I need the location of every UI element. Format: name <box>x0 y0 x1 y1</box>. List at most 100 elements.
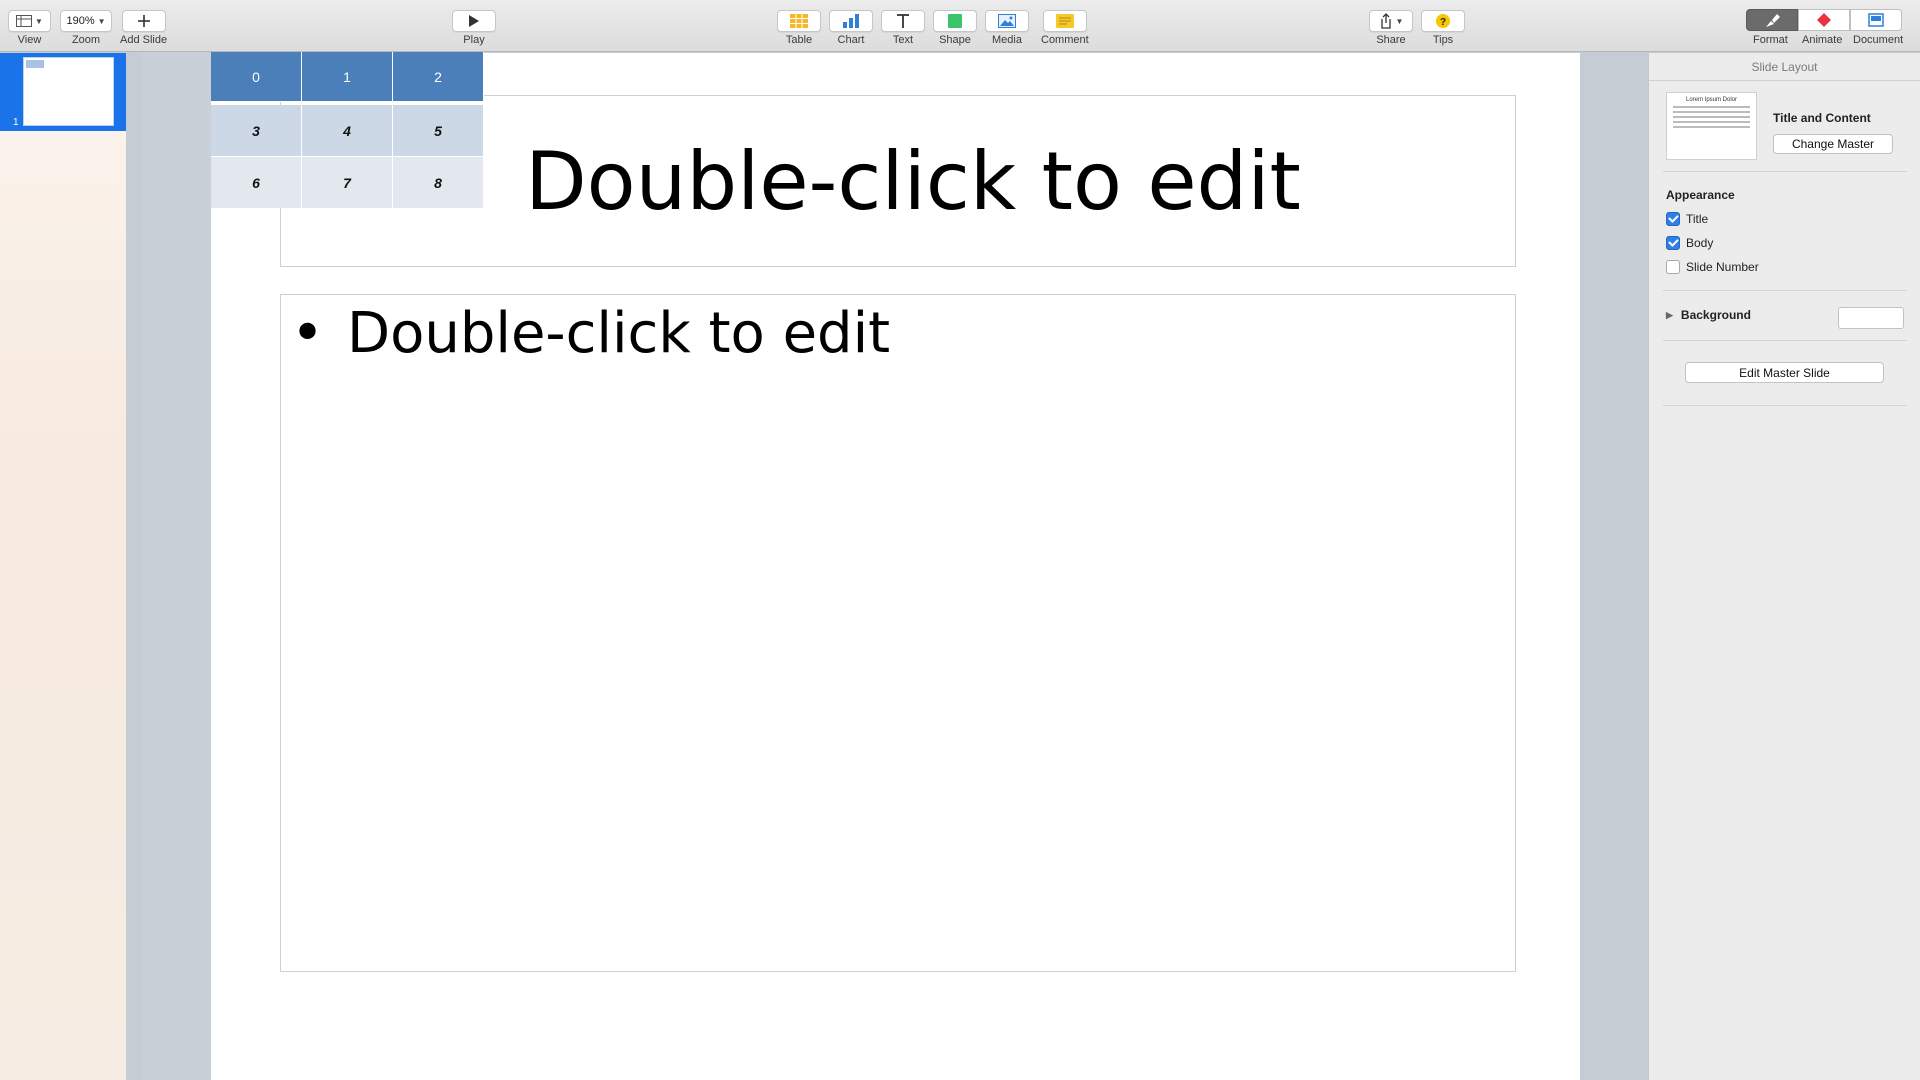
master-thumb-line <box>1673 121 1750 123</box>
slide-number-checkbox-label: Slide Number <box>1686 260 1759 274</box>
zoom-control[interactable]: 190% ▼ Zoom <box>60 10 112 46</box>
disclosure-triangle-icon[interactable]: ▶ <box>1666 310 1673 321</box>
media-control[interactable]: Media <box>985 10 1029 46</box>
body-checkbox-row[interactable]: Body <box>1666 236 1713 250</box>
share-control[interactable]: ▼ Share <box>1369 10 1413 46</box>
bullet-item[interactable]: • Double-click to edit <box>291 301 890 366</box>
title-text[interactable]: Double-click to edit <box>525 135 1301 228</box>
slide-thumbnail-image[interactable] <box>23 57 114 126</box>
background-disclosure[interactable]: ▶ Background <box>1666 308 1751 322</box>
table-cell[interactable]: 0 <box>211 52 302 102</box>
master-thumbnail[interactable]: Lorem Ipsum Dolor <box>1666 92 1757 160</box>
chevron-down-icon: ▼ <box>97 16 106 26</box>
shape-button[interactable] <box>933 10 977 32</box>
text-control[interactable]: Text <box>881 10 925 46</box>
body-checkbox[interactable] <box>1666 236 1680 250</box>
text-button[interactable] <box>881 10 925 32</box>
table-cell[interactable]: 7 <box>302 157 393 208</box>
master-thumb-title: Lorem Ipsum Dolor <box>1685 97 1738 103</box>
slide-number-checkbox-row[interactable]: Slide Number <box>1666 260 1759 274</box>
share-button[interactable]: ▼ <box>1369 10 1413 32</box>
chart-button[interactable] <box>829 10 873 32</box>
tab-format[interactable] <box>1746 9 1798 31</box>
edit-master-slide-button[interactable]: Edit Master Slide <box>1685 362 1884 383</box>
table-icon <box>790 14 808 28</box>
background-color-well[interactable] <box>1838 307 1904 329</box>
table-cell[interactable]: 4 <box>302 105 393 157</box>
title-checkbox-label: Title <box>1686 212 1709 226</box>
chart-control[interactable]: Chart <box>829 10 873 46</box>
table-row: 3 4 5 <box>211 102 484 157</box>
shape-label: Shape <box>939 34 971 46</box>
bar-chart-icon <box>843 14 859 28</box>
table-cell[interactable]: 5 <box>393 105 484 157</box>
question-icon: ? <box>1436 14 1450 28</box>
chevron-down-icon: ▼ <box>1395 16 1404 26</box>
play-button[interactable] <box>452 10 496 32</box>
slide-number-checkbox[interactable] <box>1666 260 1680 274</box>
master-thumb-line <box>1673 106 1750 108</box>
body-text[interactable]: Double-click to edit <box>347 301 890 366</box>
title-checkbox[interactable] <box>1666 212 1680 226</box>
comment-button[interactable] <box>1042 10 1087 32</box>
background-label: Background <box>1680 308 1751 322</box>
slide-thumbnail-1[interactable]: 1 <box>0 53 126 131</box>
text-t-icon <box>897 14 909 28</box>
view-button[interactable]: ▼ <box>8 10 51 32</box>
divider <box>1663 171 1907 172</box>
table-row: 6 7 8 <box>211 157 484 208</box>
body-checkbox-label: Body <box>1686 236 1714 250</box>
tab-document[interactable] <box>1850 9 1902 31</box>
table-cell[interactable]: 3 <box>211 105 302 157</box>
table-control[interactable]: Table <box>777 10 821 46</box>
view-control[interactable]: ▼ View <box>8 10 51 46</box>
add-slide-control[interactable]: Add Slide <box>120 10 167 46</box>
thumbnail-table <box>26 60 44 68</box>
paintbrush-icon <box>1766 14 1780 27</box>
tips-button[interactable]: ? <box>1421 10 1465 32</box>
chart-label: Chart <box>837 34 865 46</box>
title-checkbox-row[interactable]: Title <box>1666 212 1708 226</box>
slide-navigator: 1 <box>0 53 126 1080</box>
media-button[interactable] <box>985 10 1029 32</box>
appearance-title: Appearance <box>1666 188 1735 202</box>
table-cell[interactable]: 8 <box>393 157 484 208</box>
add-slide-label: Add Slide <box>120 34 168 46</box>
square-shape-icon <box>948 14 962 28</box>
inspector-tabs <box>1746 9 1902 31</box>
master-thumb-line <box>1673 126 1750 128</box>
inspector-header: Slide Layout <box>1649 53 1920 81</box>
divider <box>1663 340 1907 341</box>
shape-control[interactable]: Shape <box>933 10 977 46</box>
tips-control[interactable]: ? Tips <box>1421 10 1465 46</box>
table-cell[interactable]: 6 <box>211 157 302 208</box>
divider <box>1663 405 1907 406</box>
text-label: Text <box>892 34 914 46</box>
document-label: Document <box>1853 34 1904 46</box>
document-icon <box>1868 13 1884 27</box>
divider <box>1663 290 1907 291</box>
body-placeholder[interactable]: • Double-click to edit <box>280 294 1516 972</box>
comment-control[interactable]: Comment <box>1041 10 1089 46</box>
diamond-icon <box>1817 13 1831 27</box>
tab-animate[interactable] <box>1798 9 1850 31</box>
change-master-button[interactable]: Change Master <box>1773 134 1893 154</box>
table-button[interactable] <box>777 10 821 32</box>
media-label: Media <box>992 34 1022 46</box>
play-control[interactable]: Play <box>452 10 496 46</box>
image-icon <box>998 14 1016 28</box>
animate-label: Animate <box>1802 34 1843 46</box>
add-slide-button[interactable] <box>121 10 166 32</box>
table-cell[interactable]: 2 <box>393 52 484 102</box>
format-label: Format <box>1753 34 1788 46</box>
table-header-row: 0 1 2 <box>211 52 484 102</box>
slide-table[interactable]: 0 1 2 3 4 5 6 7 8 <box>211 52 484 208</box>
zoom-label: Zoom <box>71 34 101 46</box>
zoom-select[interactable]: 190% ▼ <box>60 10 112 32</box>
toolbar: ▼ View 190% ▼ Zoom Add Slide Play Table … <box>0 0 1920 52</box>
table-cell[interactable]: 1 <box>302 52 393 102</box>
share-label: Share <box>1376 34 1406 46</box>
play-label: Play <box>463 34 485 46</box>
chevron-down-icon: ▼ <box>35 16 43 26</box>
table-label: Table <box>785 34 813 46</box>
